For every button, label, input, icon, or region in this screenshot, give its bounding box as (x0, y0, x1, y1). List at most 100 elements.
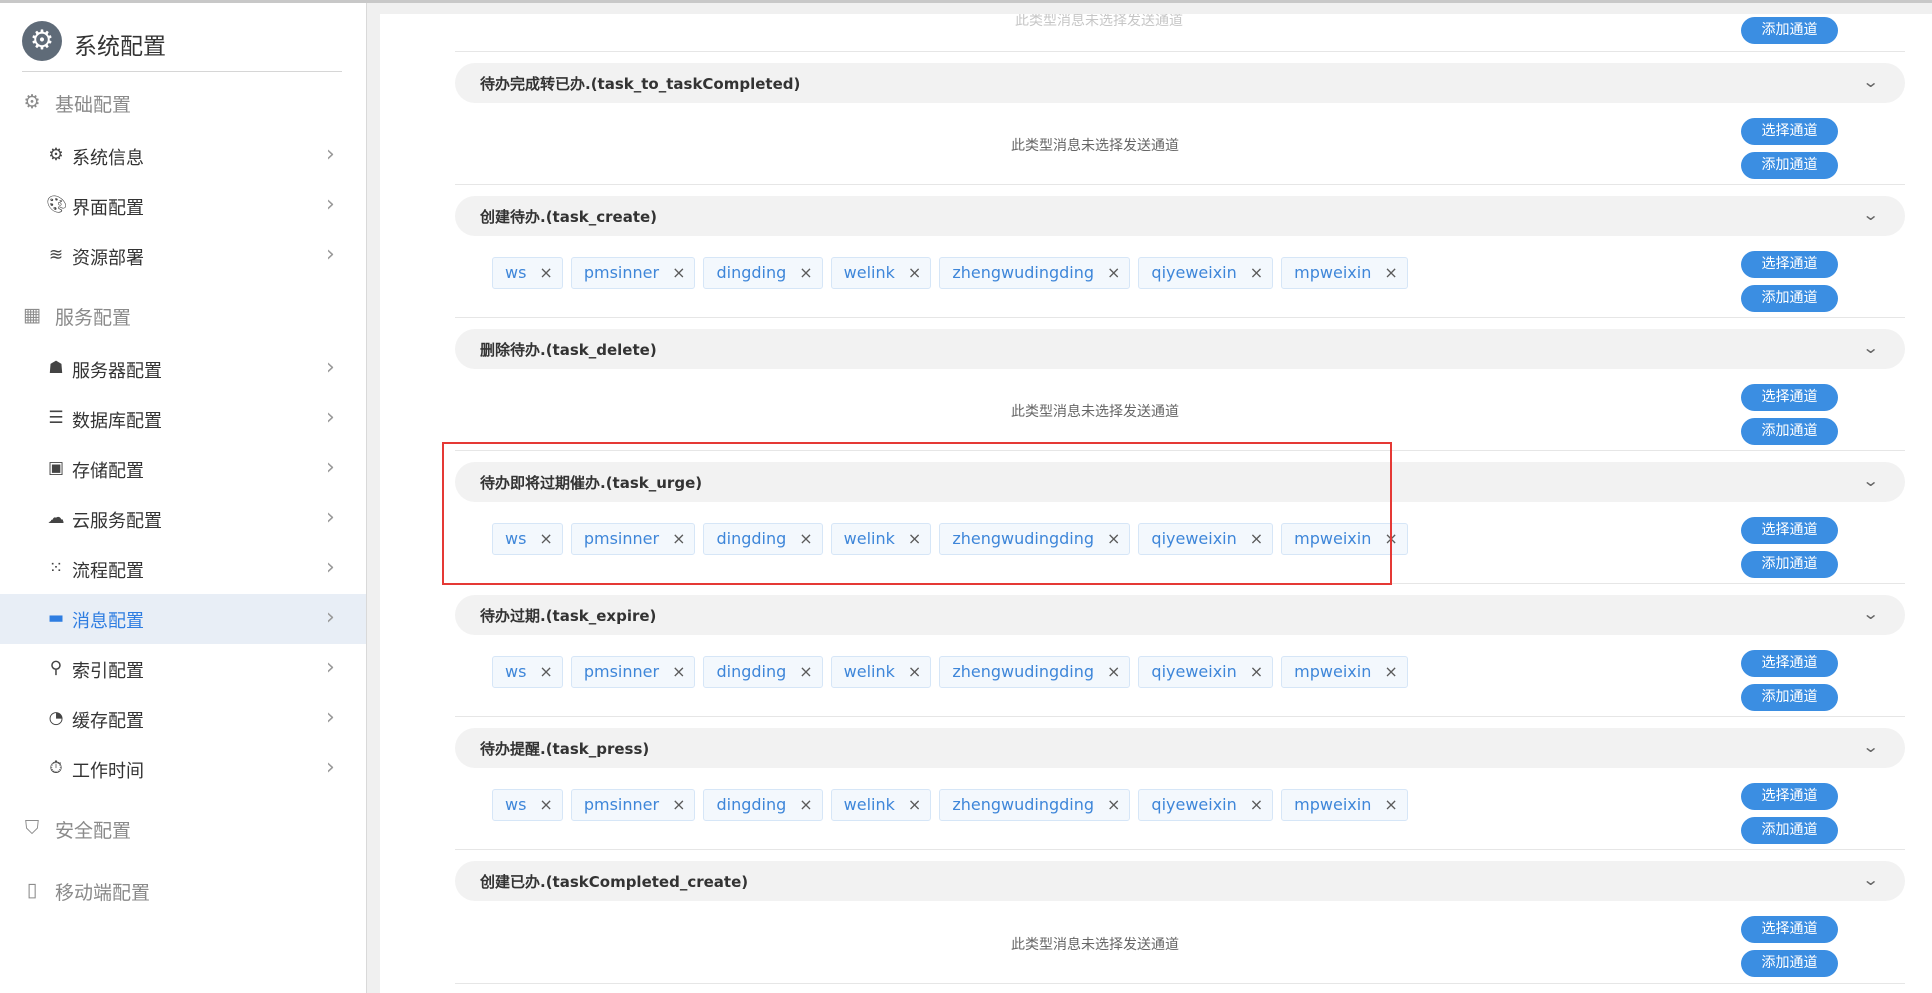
close-icon[interactable]: × (672, 524, 685, 554)
server-hand-icon: ☗ (48, 358, 64, 378)
chevron-down-icon[interactable]: ⌄ (1862, 72, 1879, 91)
chevron-down-icon[interactable]: ⌄ (1862, 338, 1879, 357)
sidebar-item-label: 界面配置 (72, 198, 144, 219)
channel-tag-qiyeweixin: qiyeweixin × (1138, 789, 1274, 821)
close-icon[interactable]: × (799, 790, 812, 820)
close-icon[interactable]: × (1384, 258, 1397, 288)
sidebar-item-resource-deploy[interactable]: ≋ 资源部署 › (0, 231, 366, 281)
add-channel-button[interactable]: 添加通道 (1741, 285, 1838, 312)
close-icon[interactable]: × (1384, 790, 1397, 820)
group-label: 基础配置 (55, 94, 132, 116)
close-icon[interactable]: × (908, 657, 921, 687)
section-header[interactable]: 待办过期.(task_expire) ⌄ (455, 595, 1905, 635)
section-divider (455, 849, 1905, 850)
add-channel-button[interactable]: 添加通道 (1741, 418, 1838, 445)
close-icon[interactable]: × (1250, 524, 1263, 554)
empty-channel-text: 此类型消息未选择发送通道 (380, 401, 1932, 421)
close-icon[interactable]: × (1384, 524, 1397, 554)
add-channel-button[interactable]: 添加通道 (1741, 950, 1838, 977)
sidebar-item-flow-config[interactable]: ⁙ 流程配置 › (0, 544, 366, 594)
close-icon[interactable]: × (1107, 657, 1120, 687)
section-title: 创建待办.(task_create) (480, 208, 658, 226)
sidebar-item-cache-config[interactable]: ◔ 缓存配置 › (0, 694, 366, 744)
select-channel-button[interactable]: 选择通道 (1741, 783, 1838, 810)
close-icon[interactable]: × (1250, 258, 1263, 288)
add-channel-button[interactable]: 添加通道 (1741, 152, 1838, 179)
close-icon[interactable]: × (799, 524, 812, 554)
close-icon[interactable]: × (908, 258, 921, 288)
section-header[interactable]: 待办提醒.(task_press) ⌄ (455, 728, 1905, 768)
select-channel-button[interactable]: 选择通道 (1741, 384, 1838, 411)
empty-channel-text: 此类型消息未选择发送通道 (380, 135, 1932, 155)
chevron-down-icon[interactable]: ⌄ (1862, 870, 1879, 889)
add-channel-button[interactable]: 添加通道 (1741, 817, 1838, 844)
tag-label: welink (843, 795, 895, 814)
tag-label: pmsinner (583, 529, 660, 548)
close-icon[interactable]: × (539, 790, 552, 820)
sidebar-item-system-info[interactable]: ⚙ 系统信息 › (0, 131, 366, 181)
chevron-down-icon[interactable]: ⌄ (1862, 471, 1879, 490)
select-channel-button[interactable]: 选择通道 (1741, 118, 1838, 145)
close-icon[interactable]: × (672, 657, 685, 687)
tag-label: pmsinner (583, 263, 660, 282)
sidebar-item-label: 云服务配置 (72, 511, 162, 532)
channel-tag-qiyeweixin: qiyeweixin × (1138, 257, 1274, 289)
close-icon[interactable]: × (672, 790, 685, 820)
select-channel-button[interactable]: 选择通道 (1741, 650, 1838, 677)
section-header[interactable]: 待办即将过期催办.(task_urge) ⌄ (455, 462, 1905, 502)
close-icon[interactable]: × (539, 258, 552, 288)
sidebar-item-cloud-config[interactable]: ☁ 云服务配置 › (0, 494, 366, 544)
sidebar: ⚙ 系统配置 ⚙ 基础配置 ⚙ 系统信息 › 🎨︎ 界面配置 › ≋ 资源部署 … (0, 3, 367, 993)
close-icon[interactable]: × (908, 524, 921, 554)
close-icon[interactable]: × (1107, 790, 1120, 820)
sidebar-item-message-config[interactable]: ▬ 消息配置 › (0, 594, 366, 644)
sidebar-item-server-config[interactable]: ☗ 服务器配置 › (0, 344, 366, 394)
chevron-down-icon[interactable]: ⌄ (1862, 737, 1879, 756)
close-icon[interactable]: × (908, 790, 921, 820)
select-channel-button[interactable]: 选择通道 (1741, 251, 1838, 278)
close-icon[interactable]: × (1107, 524, 1120, 554)
section-header[interactable]: 待办完成转已办.(task_to_taskCompleted) ⌄ (455, 63, 1905, 103)
close-icon[interactable]: × (1107, 258, 1120, 288)
section-divider (455, 317, 1905, 318)
section-header[interactable]: 创建已办.(taskCompleted_create) ⌄ (455, 861, 1905, 901)
close-icon[interactable]: × (799, 657, 812, 687)
channel-tag-pmsinner: pmsinner × (570, 523, 696, 555)
select-channel-button[interactable]: 选择通道 (1741, 916, 1838, 943)
sidebar-item-index-config[interactable]: ⚲ 索引配置 › (0, 644, 366, 694)
chevron-right-icon: › (326, 505, 335, 530)
add-channel-button[interactable]: 添加通道 (1741, 17, 1838, 44)
close-icon[interactable]: × (1250, 790, 1263, 820)
channel-tag-pmsinner: pmsinner × (570, 257, 696, 289)
channel-tag-welink: welink × (830, 789, 932, 821)
tag-label: welink (843, 662, 895, 681)
close-icon[interactable]: × (539, 524, 552, 554)
tag-label: mpweixin (1294, 795, 1372, 814)
chevron-down-icon[interactable]: ⌄ (1862, 205, 1879, 224)
section-header[interactable]: 删除待办.(task_delete) ⌄ (455, 329, 1905, 369)
add-channel-button[interactable]: 添加通道 (1741, 684, 1838, 711)
close-icon[interactable]: × (539, 657, 552, 687)
sidebar-item-ui-config[interactable]: 🎨︎ 界面配置 › (0, 181, 366, 231)
group-label: 安全配置 (55, 820, 132, 842)
chevron-down-icon[interactable]: ⌄ (1862, 604, 1879, 623)
channel-tag-pmsinner: pmsinner × (570, 656, 696, 688)
close-icon[interactable]: × (1384, 657, 1397, 687)
chevron-right-icon: › (326, 142, 335, 167)
close-icon[interactable]: × (672, 258, 685, 288)
section-title: 待办提醒.(task_press) (480, 740, 650, 758)
add-channel-button[interactable]: 添加通道 (1741, 551, 1838, 578)
select-channel-button[interactable]: 选择通道 (1741, 517, 1838, 544)
sidebar-item-database-config[interactable]: ☰ 数据库配置 › (0, 394, 366, 444)
sidebar-item-work-time[interactable]: ⏱︎ 工作时间 › (0, 744, 366, 794)
close-icon[interactable]: × (1250, 657, 1263, 687)
section-header[interactable]: 创建待办.(task_create) ⌄ (455, 196, 1905, 236)
close-icon[interactable]: × (799, 258, 812, 288)
tag-label: mpweixin (1294, 529, 1372, 548)
group-label: 服务配置 (55, 307, 132, 329)
section-title: 删除待办.(task_delete) (480, 341, 657, 359)
sidebar-item-label: 存储配置 (72, 461, 144, 482)
tag-label: dingding (716, 795, 787, 814)
section-title: 待办即将过期催办.(task_urge) (480, 474, 703, 492)
sidebar-item-storage-config[interactable]: ▣ 存储配置 › (0, 444, 366, 494)
